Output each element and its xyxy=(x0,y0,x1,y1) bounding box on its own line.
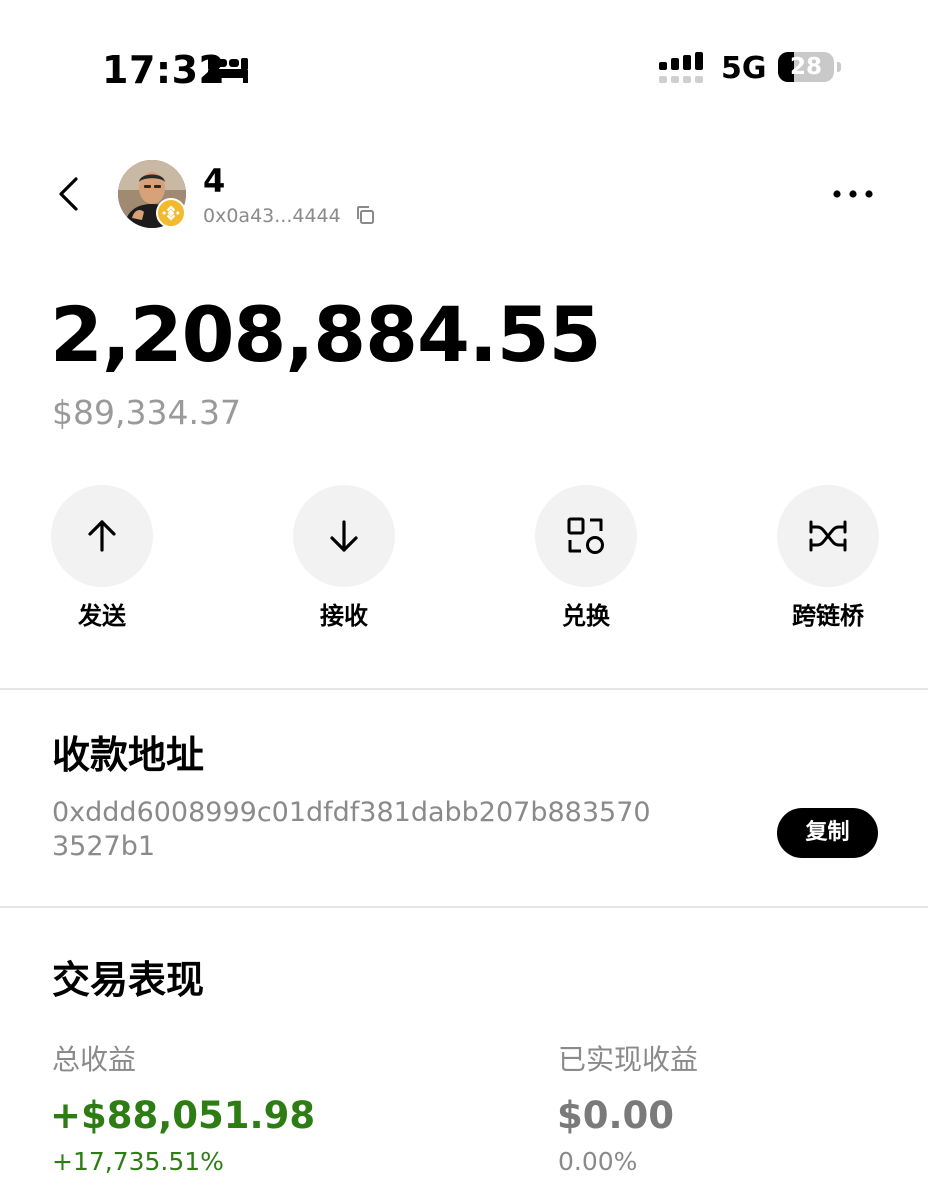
realized-pnl-percent: 0.00% xyxy=(558,1147,638,1176)
total-pnl-label: 总收益 xyxy=(52,1043,137,1076)
bridge-label: 跨链桥 xyxy=(792,602,864,630)
swap-button[interactable]: 兑换 xyxy=(506,485,666,635)
bed-icon xyxy=(208,58,248,83)
send-icon-circle xyxy=(51,485,153,587)
swap-icon-circle xyxy=(535,485,637,587)
token-balance: 2,208,884.55 xyxy=(50,290,602,379)
wallet-address-short: 0x0a43...4444 xyxy=(203,205,341,227)
bridge-button[interactable]: 跨链桥 xyxy=(748,485,908,635)
bridge-icon xyxy=(809,520,847,552)
avatar[interactable] xyxy=(118,160,186,228)
status-bar: 17:32 5G 28 xyxy=(0,0,928,140)
send-button[interactable]: 发送 xyxy=(22,485,182,635)
network-type: 5G xyxy=(721,51,767,86)
back-button[interactable] xyxy=(48,170,92,218)
battery-indicator: 28 xyxy=(778,52,841,82)
total-pnl-value: +$88,051.98 xyxy=(50,1094,316,1137)
realized-pnl-value: $0.00 xyxy=(557,1094,675,1137)
realized-pnl-label: 已实现收益 xyxy=(558,1043,699,1076)
more-dots-icon[interactable] xyxy=(826,176,880,212)
trading-performance-title: 交易表现 xyxy=(52,958,205,1002)
swap-icon xyxy=(567,517,604,554)
receive-button[interactable]: 接收 xyxy=(264,485,424,635)
send-label: 发送 xyxy=(78,602,126,630)
copy-icon[interactable] xyxy=(354,204,376,226)
divider xyxy=(0,688,928,690)
total-pnl-percent: +17,735.51% xyxy=(52,1147,224,1176)
bridge-icon-circle xyxy=(777,485,879,587)
divider xyxy=(0,906,928,908)
receive-address: 0xddd6008999c01dfdf381dabb207b8835703527… xyxy=(52,797,651,862)
wallet-name: 4 xyxy=(203,162,226,200)
arrow-up-icon xyxy=(88,520,116,552)
receive-label: 接收 xyxy=(320,602,368,630)
cellular-signal-icon xyxy=(659,52,703,83)
receive-address-title: 收款地址 xyxy=(52,733,205,777)
arrow-down-icon xyxy=(330,520,358,552)
receive-icon-circle xyxy=(293,485,395,587)
battery-level: 28 xyxy=(789,54,822,80)
bnb-chain-icon xyxy=(156,198,186,228)
copy-address-button[interactable]: 复制 xyxy=(777,808,878,858)
swap-label: 兑换 xyxy=(562,602,610,630)
balance-usd-value: $89,334.37 xyxy=(52,393,241,432)
battery-cap xyxy=(837,62,841,72)
